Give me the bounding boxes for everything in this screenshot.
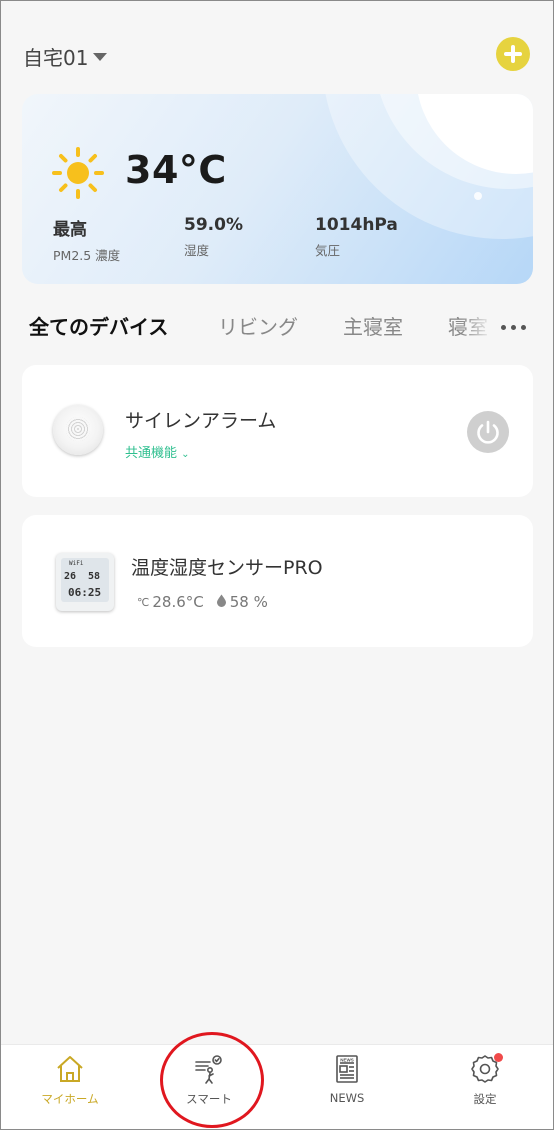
- water-drop-icon: [216, 593, 227, 611]
- nav-label: 設定: [473, 1092, 497, 1106]
- app-screen: 自宅01 34°C 最高 PM2.5 濃度 59.0% 湿度 1014hPa 気…: [0, 0, 554, 1130]
- decorative-dot: [474, 192, 482, 200]
- sun-icon: [52, 147, 104, 199]
- sensor-screen: WiFi 26 58 06:25: [61, 558, 109, 602]
- sensor-screen-time: 06:25: [68, 586, 102, 599]
- nav-settings[interactable]: 設定: [435, 1045, 535, 1129]
- power-icon: [477, 420, 499, 444]
- more-horizontal-icon[interactable]: [501, 325, 527, 331]
- svg-text:NEWS: NEWS: [340, 1058, 354, 1063]
- power-button[interactable]: [467, 411, 509, 453]
- device-name: 温度湿度センサーPRO: [131, 557, 323, 579]
- tab-fade: [461, 311, 501, 343]
- temperature-reading: 28.6°C: [152, 593, 204, 611]
- nav-label: スマート: [186, 1092, 232, 1106]
- sensor-screen-wifi: WiFi: [69, 560, 84, 567]
- stat-humidity: 59.0% 湿度: [184, 215, 243, 259]
- stat-label: PM2.5 濃度: [53, 248, 121, 263]
- nav-label: マイホーム: [41, 1092, 99, 1106]
- stat-label: 気圧: [315, 243, 341, 258]
- thermometer-icon: ℃​: [137, 595, 150, 609]
- chevron-down-icon: [93, 52, 108, 61]
- stat-pm25: 最高 PM2.5 濃度: [53, 215, 120, 264]
- nav-label: NEWS: [329, 1091, 365, 1105]
- home-icon: [57, 1056, 83, 1082]
- stat-value: 1014hPa: [315, 215, 398, 235]
- nav-news[interactable]: NEWS NEWS: [297, 1045, 397, 1129]
- home-selector[interactable]: 自宅01: [23, 42, 108, 71]
- nav-smart[interactable]: スマート: [159, 1045, 259, 1129]
- smart-scene-icon: [195, 1055, 222, 1084]
- device-card-siren[interactable]: サイレンアラーム 共通機能 ⌄: [22, 365, 533, 497]
- stat-value: 最高: [53, 220, 87, 240]
- nav-my-home[interactable]: マイホーム: [20, 1045, 120, 1129]
- siren-device-thumbnail: [53, 405, 103, 455]
- sensor-readings: ℃​ 28.6°C 58 %: [137, 593, 268, 611]
- bottom-nav: マイホーム スマート NEWS NEWS 設定: [1, 1044, 553, 1129]
- add-device-button[interactable]: [496, 37, 530, 71]
- stat-value: 59.0%: [184, 215, 243, 235]
- temperature-value: 34°C: [125, 148, 227, 192]
- common-functions-label: 共通機能: [125, 446, 178, 461]
- device-card-temp-humidity-sensor[interactable]: WiFi 26 58 06:25 温度湿度センサーPRO ℃​ 28.6°C 5…: [22, 515, 533, 647]
- stat-pressure: 1014hPa 気圧: [315, 215, 398, 259]
- room-tabs: 全てのデバイス リビング 主寝室 寝室: [1, 311, 553, 343]
- tab-all-devices[interactable]: 全てのデバイス: [29, 311, 168, 340]
- notification-badge: [494, 1053, 503, 1062]
- device-name: サイレンアラーム: [125, 410, 277, 432]
- common-functions-link[interactable]: 共通機能 ⌄: [125, 442, 190, 461]
- thermo-hygrometer-thumbnail: WiFi 26 58 06:25: [56, 553, 114, 611]
- humidity-reading: 58 %: [229, 593, 268, 611]
- sensor-screen-temp: 26: [64, 571, 77, 582]
- home-name: 自宅01: [23, 46, 89, 70]
- tab-master-bedroom[interactable]: 主寝室: [343, 311, 403, 340]
- chevron-down-icon: ⌄: [181, 449, 190, 460]
- stat-label: 湿度: [184, 243, 210, 258]
- tab-living[interactable]: リビング: [218, 311, 298, 340]
- news-icon: NEWS: [336, 1055, 358, 1083]
- weather-card[interactable]: 34°C 最高 PM2.5 濃度 59.0% 湿度 1014hPa 気圧: [22, 94, 533, 284]
- sensor-screen-humidity: 58: [88, 571, 101, 582]
